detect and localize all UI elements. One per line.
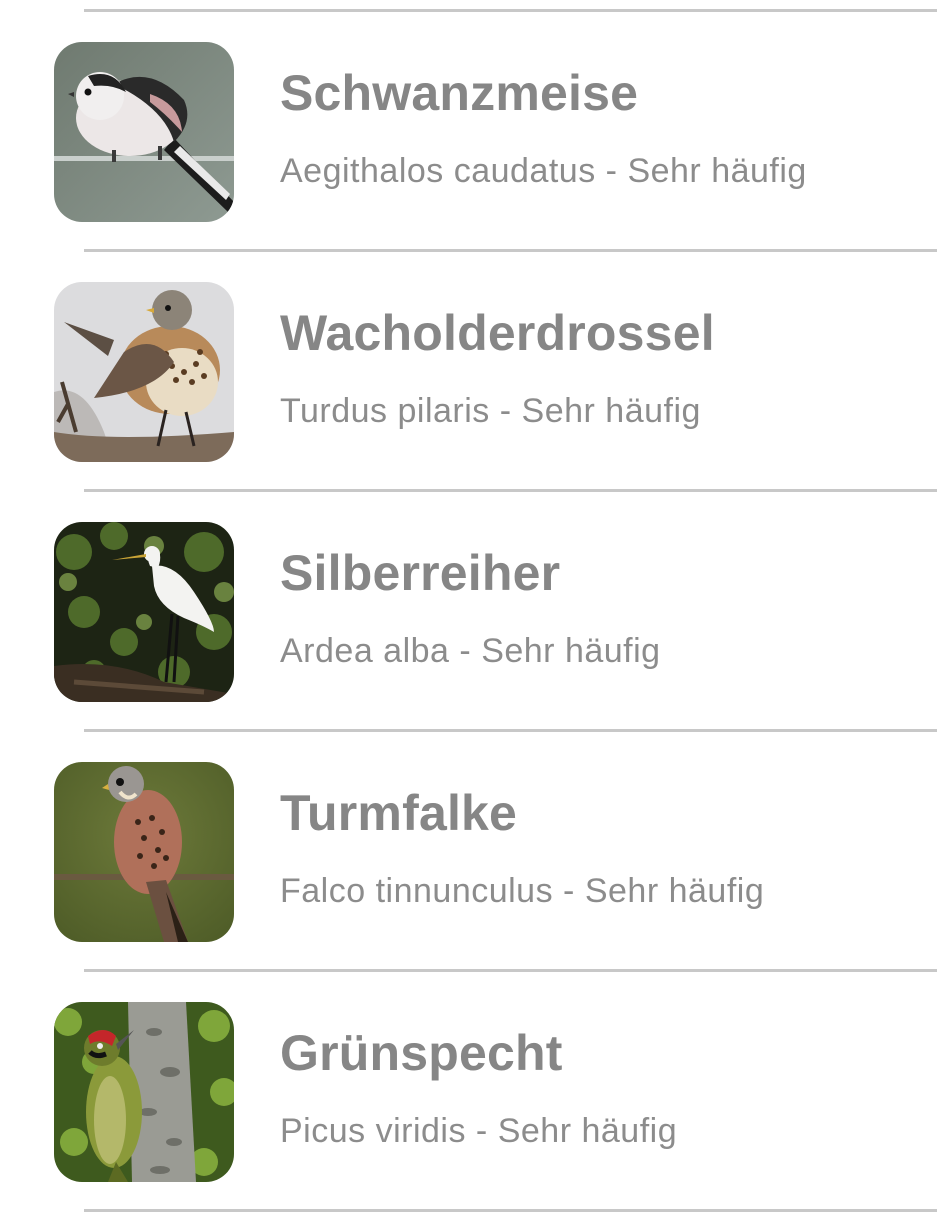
list-item-turmfalke[interactable]: Turmfalke Falco tinnunculus - Sehr häufi… — [0, 732, 937, 969]
bird-subtitle: Falco tinnunculus - Sehr häufig — [280, 872, 764, 911]
list-item-schwanzmeise[interactable]: Schwanzmeise Aegithalos caudatus - Sehr … — [0, 12, 937, 249]
bird-subtitle: Turdus pilaris - Sehr häufig — [280, 392, 701, 431]
bird-frequency: Sehr häufig — [497, 1112, 678, 1150]
bird-frequency: Sehr häufig — [627, 152, 807, 190]
bird-name: Grünspecht — [280, 1025, 563, 1081]
bird-subtitle: Ardea alba - Sehr häufig — [280, 632, 661, 671]
bird-frequency: Sehr häufig — [521, 392, 701, 430]
bird-name: Wacholderdrossel — [280, 305, 715, 361]
list-item-gruenspecht[interactable]: Grünspecht Picus viridis - Sehr häufig — [0, 972, 937, 1209]
long-tailed-tit-photo — [54, 42, 234, 222]
separator: - — [553, 872, 585, 910]
separator: - — [595, 152, 628, 190]
bird-latin-name: Falco tinnunculus — [280, 872, 554, 910]
separator: - — [465, 1112, 498, 1150]
bird-frequency: Sehr häufig — [584, 872, 765, 910]
bird-latin-name: Ardea alba — [280, 632, 450, 670]
bird-frequency: Sehr häufig — [481, 632, 661, 670]
bird-latin-name: Picus viridis — [280, 1112, 466, 1150]
bird-latin-name: Aegithalos caudatus — [280, 152, 596, 190]
bird-name: Silberreiher — [280, 545, 561, 601]
list-item-wacholderdrossel[interactable]: Wacholderdrossel Turdus pilaris - Sehr h… — [0, 252, 937, 489]
bird-subtitle: Picus viridis - Sehr häufig — [280, 1112, 677, 1151]
list-item-silberreiher[interactable]: Silberreiher Ardea alba - Sehr häufig — [0, 492, 937, 729]
list-divider — [84, 1209, 937, 1212]
bird-name: Schwanzmeise — [280, 65, 639, 121]
bird-list: Schwanzmeise Aegithalos caudatus - Sehr … — [0, 0, 937, 1229]
separator: - — [489, 392, 522, 430]
kestrel-photo — [54, 762, 234, 942]
bird-latin-name: Turdus pilaris — [280, 392, 490, 430]
bird-subtitle: Aegithalos caudatus - Sehr häufig — [280, 152, 807, 191]
great-egret-photo — [54, 522, 234, 702]
fieldfare-photo — [54, 282, 234, 462]
separator: - — [449, 632, 482, 670]
bird-name: Turmfalke — [280, 785, 518, 841]
green-woodpecker-photo — [54, 1002, 234, 1182]
